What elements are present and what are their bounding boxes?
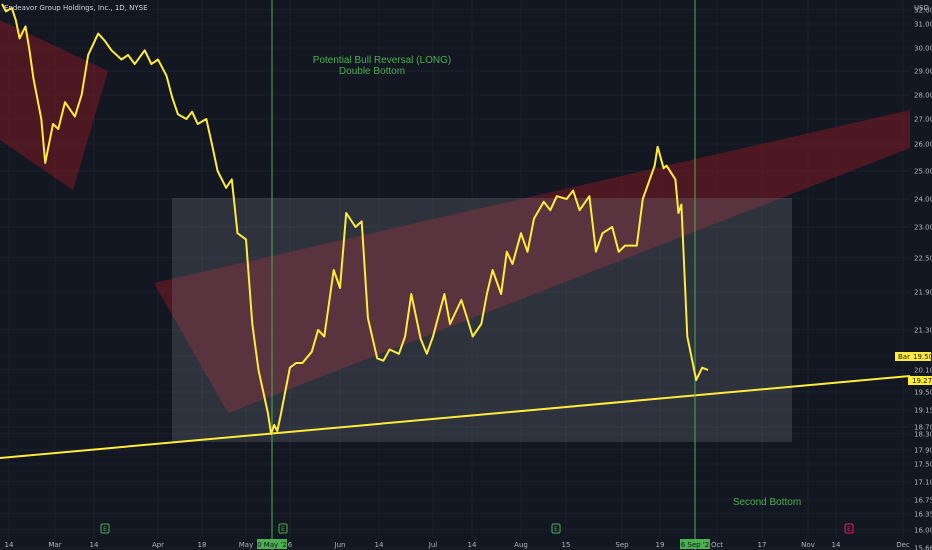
time-tick-label: Dec [896,541,910,549]
price-tick-label: 18.30 [914,431,932,439]
marker-price-tag: Bar [898,353,910,361]
time-tick-label: May [239,541,253,549]
time-tick-label: 15 [562,541,571,549]
annotation-second-bottom: Second Bottom [733,497,801,508]
time-tick-label: 18 [198,541,207,549]
price-tick-label: 29.00 [914,68,932,76]
time-tick-label: 6 [288,541,293,549]
price-tick-label: 26.00 [914,141,932,149]
time-tick-label: 14 [832,541,841,549]
price-tick-label: 16.75 [914,497,932,505]
svg-text:E: E [554,526,558,533]
time-tick-label: Apr [152,541,164,549]
time-tick-label: 17 [758,541,767,549]
price-tick-label: 21.90 [914,289,932,297]
svg-text:E: E [103,526,107,533]
time-tick-label: Mar [48,541,61,549]
time-tick-label: Sep [615,541,629,549]
price-tick-label: 17.10 [914,479,932,487]
current-price-label: 19.27 [912,377,932,385]
price-tick-label: 22.50 [914,255,932,263]
time-tick-label: 14 [375,541,384,549]
marker-price-label: 19.50 [913,353,932,361]
price-tick-label: 19.15 [914,407,932,415]
price-tick-label: 27.00 [914,116,932,124]
price-chart[interactable]: Potential Bull Reversal (LONG) Double Bo… [0,0,932,550]
time-tick-label: Oct [711,541,723,549]
price-tick-label: 15.66 [914,545,932,550]
price-tick-label: 21.30 [914,327,932,335]
price-tick-label: 23.00 [914,224,932,232]
time-tick-label: Nov [801,541,815,549]
time-tick-label: 26 Sep '22 [676,541,713,549]
price-tick-label: 24.00 [914,196,932,204]
price-tick-label: 16.35 [914,511,932,519]
time-tick-label: Jul [428,541,438,549]
svg-text:E: E [281,526,285,533]
annotation-bull-reversal: Potential Bull Reversal (LONG) [313,55,451,66]
price-tick-label: 28.00 [914,92,932,100]
price-tick-label: 17.50 [914,461,932,469]
time-tick-label: 19 [656,541,665,549]
svg-text:E: E [847,526,851,533]
time-tick-label: 10 May '22 [253,541,292,549]
annotation-double-bottom: Double Bottom [339,66,405,77]
price-tick-label: 31.00 [914,21,932,29]
time-tick-label: 14 [5,541,14,549]
time-tick-label: Aug [514,541,528,549]
time-tick-label: Jun [334,541,346,549]
price-tick-label: 30.00 [914,45,932,53]
time-tick-label: 14 [468,541,477,549]
currency-label: USD [914,4,929,12]
price-tick-label: 19.50 [914,389,932,397]
chart-title: Endeavor Group Holdings, Inc., 1D, NYSE [4,4,148,12]
price-tick-label: 20.10 [914,367,932,375]
price-tick-label: 17.90 [914,447,932,455]
time-tick-label: 14 [90,541,99,549]
price-tick-label: 16.00 [914,527,932,535]
price-tick-label: 25.00 [914,168,932,176]
